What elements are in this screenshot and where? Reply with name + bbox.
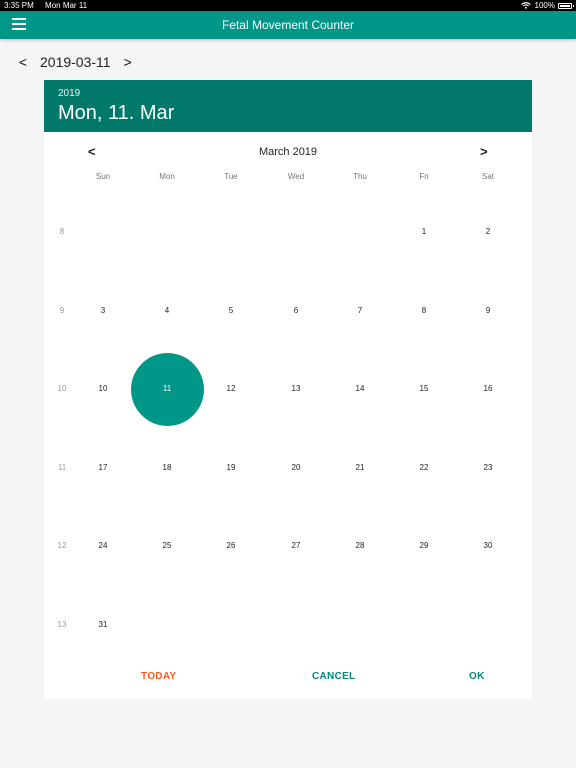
day-cell[interactable]: 23 <box>456 454 520 482</box>
week-number: 13 <box>57 619 67 629</box>
day-cell[interactable]: 2 <box>456 218 520 246</box>
month-navigation: < March 2019 > <box>44 132 532 172</box>
battery-percent: 100% <box>534 1 555 10</box>
app-bar: Fetal Movement Counter <box>0 11 576 39</box>
day-cell[interactable]: 25 <box>135 532 199 560</box>
date-navigator: < 2019-03-11 > <box>12 53 139 71</box>
status-date: Mon Mar 11 <box>45 1 88 10</box>
calendar-week-row: 11 17 18 19 20 21 22 23 <box>44 428 532 507</box>
calendar-week-row: 13 31 <box>44 585 532 664</box>
weekday-label: Fri <box>419 172 429 181</box>
week-number: 9 <box>59 305 65 315</box>
weekday-label: Mon <box>159 172 175 181</box>
today-button[interactable]: TODAY <box>141 671 176 682</box>
day-cell[interactable]: 20 <box>264 454 328 482</box>
day-cell[interactable]: 18 <box>135 454 199 482</box>
day-cell[interactable]: 7 <box>328 297 392 325</box>
day-cell[interactable]: 16 <box>456 375 520 403</box>
weekday-header: Sun Mon Tue Wed Thu Fri Sat <box>44 172 532 192</box>
weekday-label: Sat <box>481 172 494 181</box>
week-number: 12 <box>57 541 67 551</box>
day-cell[interactable]: 27 <box>264 532 328 560</box>
day-cell[interactable]: 9 <box>456 297 520 325</box>
week-number: 8 <box>59 227 65 236</box>
calendar-week-row: 8 12 <box>44 192 532 271</box>
calendar-week-row: 12 24 25 26 27 28 29 30 <box>44 506 532 585</box>
wifi-icon <box>520 2 531 9</box>
day-cell[interactable]: 21 <box>328 454 392 482</box>
day-cell[interactable]: 4 <box>135 297 199 325</box>
previous-day-button[interactable]: < <box>12 53 34 71</box>
picker-actions: TODAY CANCEL OK <box>44 663 532 699</box>
day-cell[interactable]: 31 <box>71 611 135 639</box>
day-cell[interactable]: 6 <box>264 297 328 325</box>
status-time: 3:35 PM <box>4 1 34 10</box>
day-cell[interactable]: 3 <box>71 297 135 325</box>
day-cell[interactable]: 13 <box>264 375 328 403</box>
picker-header: 2019 Mon, 11. Mar <box>44 80 532 132</box>
app-title: Fetal Movement Counter <box>221 18 355 32</box>
current-date[interactable]: 2019-03-11 <box>40 54 111 70</box>
cancel-button[interactable]: CANCEL <box>312 671 355 682</box>
day-cell[interactable]: 15 <box>392 375 456 403</box>
selected-day-cell[interactable]: 11 <box>135 375 199 403</box>
next-month-button[interactable]: > <box>480 144 488 159</box>
day-cell[interactable]: 24 <box>71 532 135 560</box>
header-date[interactable]: Mon, 11. Mar <box>58 102 518 125</box>
calendar-grid: 8 1 2 9 3 4 5 6 7 8 9 10 10 11 12 13 14 15 16 11 17 18 19 20 21 2… <box>44 192 532 664</box>
day-cell[interactable]: 17 <box>71 454 135 482</box>
next-day-button[interactable]: > <box>117 53 139 71</box>
day-cell[interactable]: 30 <box>456 532 520 560</box>
day-cell[interactable]: 28 <box>328 532 392 560</box>
status-bar: 3:35 PM Mon Mar 11 100% <box>0 0 576 11</box>
date-picker-dialog: 2019 Mon, 11. Mar < March 2019 > Sun Mon T… <box>44 80 532 699</box>
day-cell[interactable]: 5 <box>199 297 263 325</box>
month-label: March 2019 <box>258 146 318 158</box>
day-cell[interactable]: 26 <box>199 532 263 560</box>
weekday-label: Sun <box>95 172 111 181</box>
day-cell[interactable]: 10 <box>71 375 135 403</box>
day-cell[interactable]: 1 <box>392 218 456 246</box>
battery-icon <box>558 2 574 9</box>
day-cell[interactable]: 8 <box>392 297 456 325</box>
calendar-week-row: 10 10 11 12 13 14 15 16 <box>44 349 532 428</box>
day-cell[interactable]: 12 <box>199 375 263 403</box>
calendar-week-row: 93456789 <box>44 271 532 350</box>
header-year[interactable]: 2019 <box>58 80 518 99</box>
week-number: 11 <box>57 462 67 472</box>
day-cell[interactable]: 19 <box>199 454 263 482</box>
weekday-label: Wed <box>287 172 305 181</box>
day-cell[interactable]: 22 <box>392 454 456 482</box>
week-number: 10 <box>57 384 67 394</box>
weekday-label: Tue <box>224 172 238 181</box>
day-cell[interactable]: 29 <box>392 532 456 560</box>
day-cell[interactable]: 14 <box>328 375 392 403</box>
ok-button[interactable]: OK <box>469 671 485 682</box>
weekday-label: Thu <box>353 172 367 181</box>
